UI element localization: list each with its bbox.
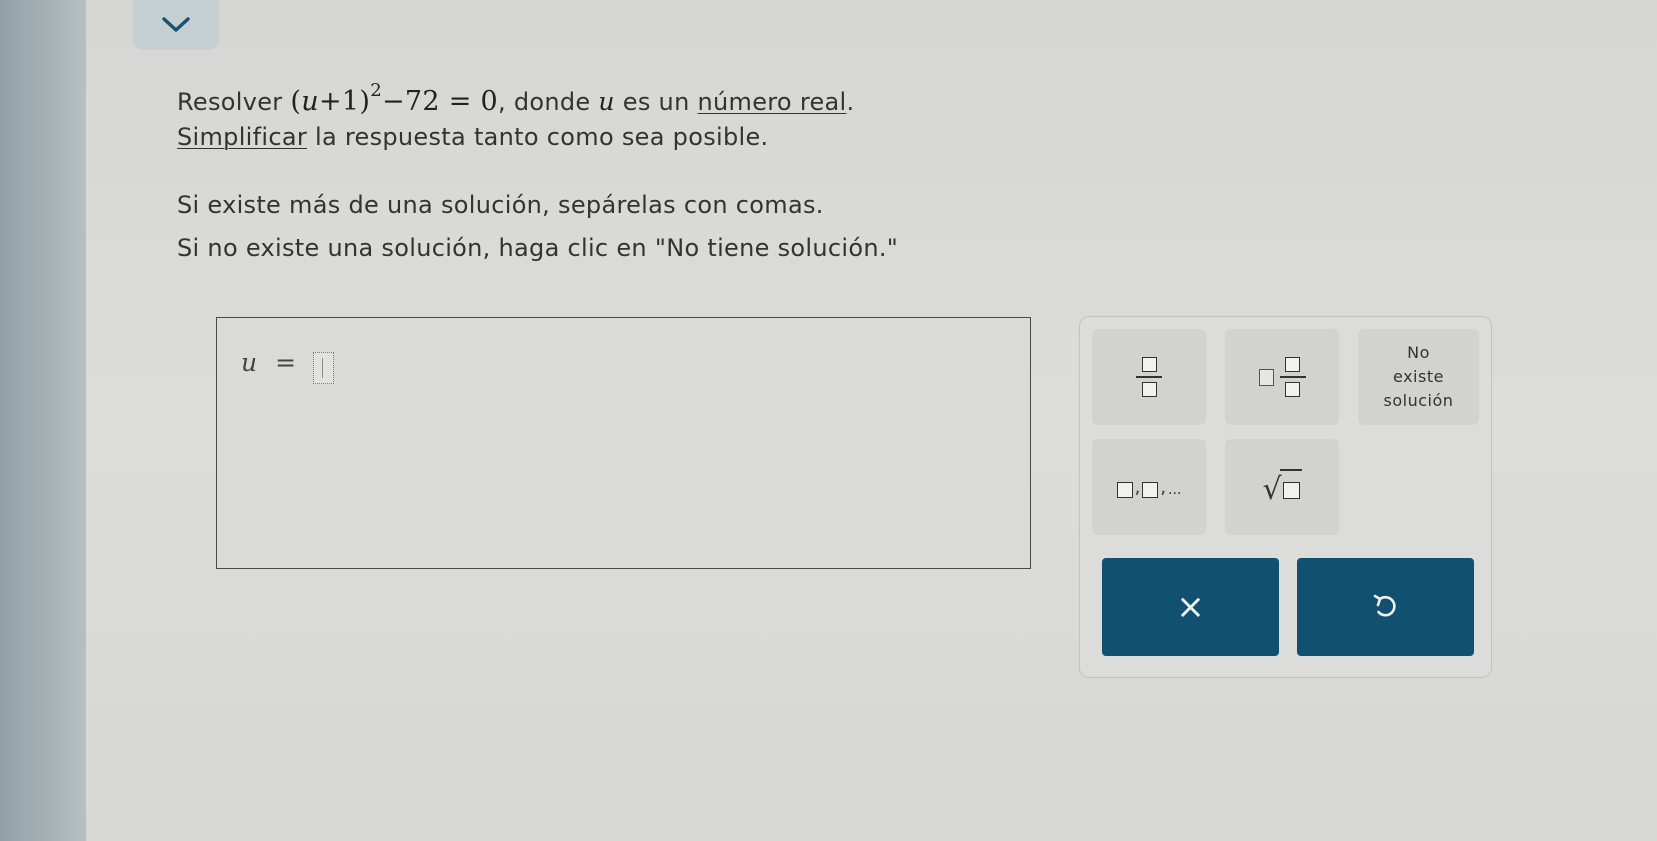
collapse-toggle-button[interactable] bbox=[133, 0, 219, 50]
undo-icon bbox=[1373, 594, 1396, 617]
clear-button[interactable]: × bbox=[1102, 558, 1279, 656]
square-root-icon: √ bbox=[1262, 469, 1302, 505]
instruction-multiple-solutions: Si existe más de una solución, sepárelas… bbox=[177, 191, 824, 219]
simplificar-link[interactable]: Simplificar bbox=[177, 123, 307, 151]
answer-cursor-slot[interactable] bbox=[313, 352, 334, 384]
answer-label: u = bbox=[241, 348, 297, 377]
close-icon: × bbox=[1176, 587, 1205, 627]
answer-input-box[interactable]: u = bbox=[216, 317, 1031, 569]
fraction-key[interactable] bbox=[1092, 329, 1206, 425]
no-solution-key[interactable]: No existe solución bbox=[1358, 329, 1479, 425]
problem-statement-line-1: Resolver (u+1)2−72 = 0, donde u es un nú… bbox=[177, 80, 855, 117]
numero-real-link[interactable]: número real bbox=[698, 88, 847, 116]
undo-button[interactable] bbox=[1297, 558, 1474, 656]
problem-statement-line-2: Simplificar la respuesta tanto como sea … bbox=[177, 123, 769, 151]
mixed-number-icon bbox=[1258, 357, 1306, 397]
fraction-icon bbox=[1136, 357, 1162, 397]
list-key[interactable]: ,,... bbox=[1092, 439, 1206, 535]
chevron-down-icon bbox=[162, 17, 190, 32]
equation: (u+1)2−72 = 0 bbox=[290, 80, 498, 117]
screen-bezel bbox=[0, 0, 86, 841]
math-keypad: No existe solución ,,... √ × bbox=[1079, 316, 1492, 678]
no-solution-label: No existe solución bbox=[1383, 343, 1454, 410]
square-root-key[interactable]: √ bbox=[1225, 439, 1339, 535]
instruction-no-solution: Si no existe una solución, haga clic en … bbox=[177, 234, 899, 262]
mixed-number-key[interactable] bbox=[1225, 329, 1339, 425]
list-icon: ,,... bbox=[1116, 477, 1181, 498]
